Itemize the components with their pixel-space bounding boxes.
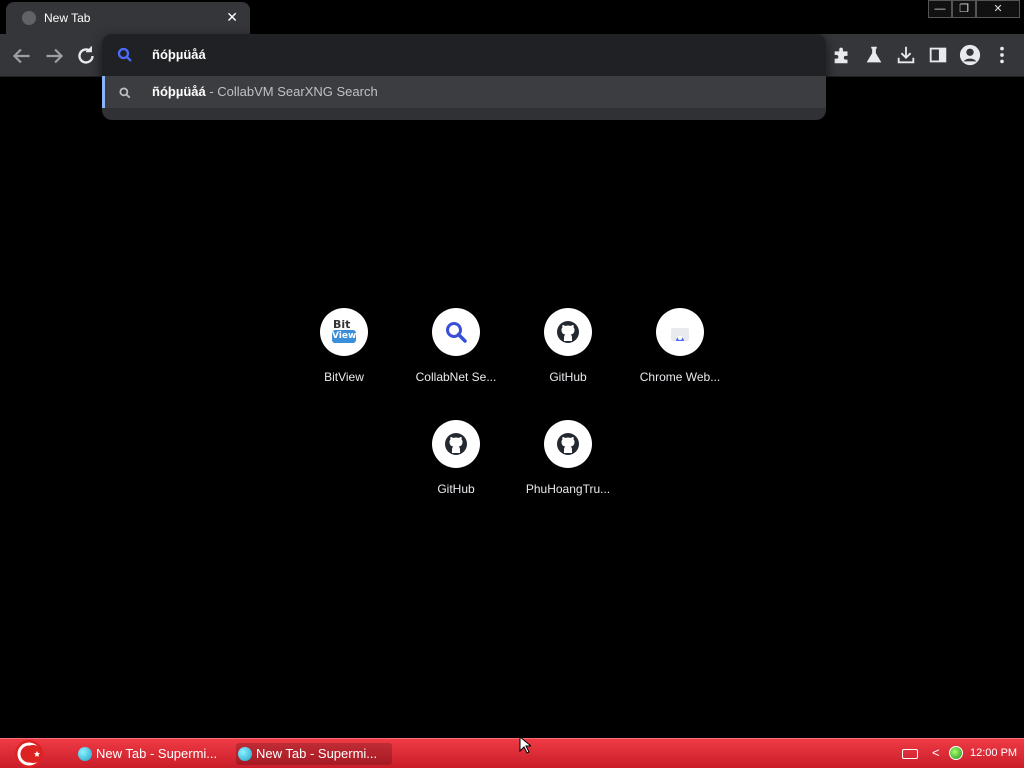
download-icon xyxy=(897,46,915,64)
profile-button[interactable] xyxy=(959,44,981,66)
shortcut-label: BitView xyxy=(324,370,364,384)
restore-button[interactable]: ❐ xyxy=(952,0,976,18)
shortcut-icon-circle: Bit View xyxy=(320,308,368,356)
github-icon xyxy=(445,433,467,455)
arrow-left-icon xyxy=(12,48,30,64)
bitview-icon: Bit View xyxy=(332,318,357,343)
taskbar-item-label: New Tab - Supermi... xyxy=(96,746,218,761)
shortcut-icon-circle xyxy=(544,420,592,468)
shortcut-icon-circle xyxy=(432,420,480,468)
github-icon xyxy=(557,321,579,343)
selection-indicator xyxy=(102,76,105,108)
downloads-button[interactable] xyxy=(895,44,917,66)
clock[interactable]: 12:00 PM xyxy=(970,747,1017,759)
shortcut-chrome-web-store[interactable]: Chrome Web... xyxy=(624,308,736,408)
search-icon xyxy=(117,47,132,62)
minimize-button[interactable]: — xyxy=(928,0,952,18)
suggestion-source: - CollabVM SearXNG Search xyxy=(205,84,378,99)
globe-icon xyxy=(22,11,36,25)
network-icon[interactable] xyxy=(949,746,963,760)
back-button[interactable] xyxy=(9,43,35,69)
taskbar: New Tab - Supermi... New Tab - Supermi..… xyxy=(0,738,1024,768)
start-button[interactable] xyxy=(10,739,48,768)
shortcut-label: Chrome Web... xyxy=(639,370,721,384)
tab-title: New Tab xyxy=(44,11,91,25)
shortcut-label: GitHub xyxy=(549,370,587,384)
extensions-button[interactable] xyxy=(831,44,853,66)
suggestion-text: ñóþµüåá - CollabVM SearXNG Search xyxy=(152,84,378,99)
shortcut-collabnet-search[interactable]: CollabNet Se... xyxy=(400,308,512,408)
side-panel-icon xyxy=(929,47,947,63)
taskbar-item[interactable]: New Tab - Supermi... xyxy=(76,743,232,765)
keyboard-icon[interactable] xyxy=(902,749,918,759)
shortcut-bitview[interactable]: Bit View BitView xyxy=(288,308,400,408)
taskbar-item-label: New Tab - Supermi... xyxy=(256,746,378,761)
screen: New Tab ✕ — ❐ ✕ ñóþµüåá ñóþµüåá - Collab… xyxy=(0,0,1024,768)
labs-button[interactable] xyxy=(863,44,885,66)
mouse-cursor-icon xyxy=(519,736,531,754)
tab-new-tab[interactable]: New Tab ✕ xyxy=(6,2,250,34)
shortcut-icon-circle xyxy=(544,308,592,356)
omnibox: ñóþµüåá ñóþµüåá - CollabVM SearXNG Searc… xyxy=(102,34,826,120)
arrow-right-icon xyxy=(46,48,64,64)
browser-icon xyxy=(78,747,92,761)
shortcut-label: CollabNet Se... xyxy=(415,370,497,384)
address-bar[interactable]: ñóþµüåá xyxy=(102,34,826,76)
shortcut-label: PhuHoangTru... xyxy=(525,482,611,496)
address-input[interactable]: ñóþµüåá xyxy=(152,47,206,62)
taskbar-item-active[interactable]: New Tab - Supermi... xyxy=(236,743,392,765)
reload-icon xyxy=(78,46,94,64)
search-icon xyxy=(446,322,467,343)
search-icon xyxy=(119,87,131,99)
browser-icon xyxy=(238,747,252,761)
shortcut-phuhoangtru[interactable]: PhuHoangTru... xyxy=(512,420,624,520)
tray-expand-button[interactable]: < xyxy=(932,745,940,760)
reload-button[interactable] xyxy=(73,43,99,69)
suggestion-query: ñóþµüåá xyxy=(152,84,206,99)
shortcut-icon-circle xyxy=(656,308,704,356)
menu-button[interactable] xyxy=(991,44,1013,66)
shortcut-label: GitHub xyxy=(437,482,475,496)
tab-strip: New Tab ✕ — ❐ ✕ xyxy=(0,0,1024,34)
kebab-menu-icon xyxy=(1000,46,1004,64)
tab-close-button[interactable]: ✕ xyxy=(226,8,238,26)
shortcut-github-2[interactable]: GitHub xyxy=(400,420,512,520)
shortcut-icon-circle xyxy=(432,308,480,356)
chrome-web-store-icon xyxy=(671,328,689,341)
github-icon xyxy=(557,433,579,455)
side-panel-button[interactable] xyxy=(927,44,949,66)
flask-icon xyxy=(866,46,882,63)
avatar-icon xyxy=(959,44,981,66)
shortcut-github[interactable]: GitHub xyxy=(512,308,624,408)
puzzle-icon xyxy=(834,47,848,64)
suggestion-item[interactable]: ñóþµüåá - CollabVM SearXNG Search xyxy=(102,76,826,108)
forward-button[interactable] xyxy=(41,43,67,69)
close-window-button[interactable]: ✕ xyxy=(976,0,1020,18)
